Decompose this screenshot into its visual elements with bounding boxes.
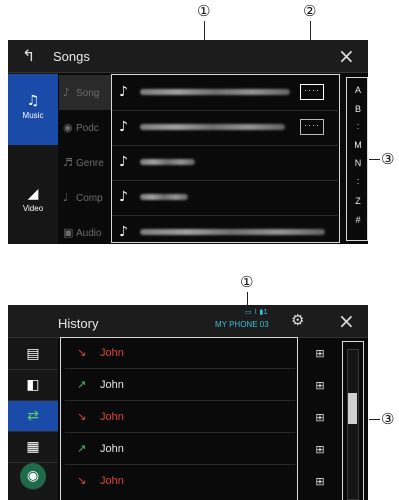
- music-icon: ♫: [26, 93, 40, 109]
- history-row[interactable]: ↘ John: [65, 468, 295, 496]
- history-row[interactable]: ↘ John: [65, 404, 295, 433]
- missed-call-icon: ↘: [77, 346, 87, 359]
- contact-name: John: [100, 475, 124, 487]
- history-row[interactable]: ↗ John: [65, 372, 295, 401]
- callout-2: ②: [303, 2, 317, 20]
- alpha-m[interactable]: M: [350, 140, 366, 150]
- category-audiobook-label: Audio: [76, 228, 102, 239]
- song-more-button[interactable]: ····: [300, 119, 324, 135]
- outgoing-call-icon: ↗: [77, 378, 87, 391]
- genre-icon: ♬: [63, 156, 73, 169]
- category-podcast-label: Podc: [76, 123, 99, 134]
- add-contact-icon[interactable]: ⊞: [310, 443, 330, 456]
- song-category-icon: ♪: [63, 86, 71, 99]
- keypad-icon[interactable]: ▦: [8, 432, 58, 463]
- song-title-blurred: [140, 89, 290, 95]
- voice-recognition-icon[interactable]: ◉: [20, 463, 46, 490]
- phone-name: MY PHONE 03: [215, 320, 269, 329]
- alpha-b[interactable]: B: [350, 104, 366, 114]
- song-row[interactable]: ♪ ····: [112, 75, 338, 111]
- composer-icon: ♩: [63, 191, 69, 204]
- scrollbar-track: [347, 349, 359, 500]
- alpha-n[interactable]: N: [350, 158, 366, 168]
- add-contact-icon[interactable]: ⊞: [310, 379, 330, 392]
- song-more-button[interactable]: ····: [300, 84, 324, 100]
- contact-name: John: [100, 411, 124, 423]
- leader-line-3-bottom: [369, 419, 380, 420]
- song-row[interactable]: ♪: [112, 215, 338, 244]
- source-video-label: Video: [22, 204, 44, 213]
- category-song-label: Song: [76, 88, 100, 99]
- source-music-button[interactable]: ♫ Music: [8, 74, 58, 145]
- add-contact-icon[interactable]: ⊞: [310, 347, 330, 360]
- song-row[interactable]: ♪ ····: [112, 110, 338, 146]
- contact-name: John: [100, 443, 124, 455]
- source-video-button[interactable]: ◢ Video: [8, 173, 58, 223]
- alpha-sep: :: [356, 121, 360, 131]
- callout-3-bottom: ③: [381, 410, 395, 428]
- alpha-a[interactable]: A: [350, 85, 366, 95]
- missed-call-icon: ↘: [77, 410, 87, 423]
- note-icon: ♪: [119, 224, 128, 240]
- note-icon: ♪: [119, 189, 128, 205]
- history-row[interactable]: ↘ John: [65, 340, 295, 369]
- category-song[interactable]: ♪ Song: [63, 86, 110, 121]
- category-composer-label: Comp: [76, 193, 103, 204]
- podcast-icon: ◉: [63, 121, 73, 134]
- song-row[interactable]: ♪: [112, 145, 338, 181]
- add-contact-icon[interactable]: ⊞: [310, 411, 330, 424]
- song-title-blurred: [140, 159, 195, 165]
- back-icon[interactable]: ↰: [22, 46, 35, 65]
- category-audiobook[interactable]: ▣ Audio: [63, 226, 110, 244]
- page-title: Songs: [53, 49, 90, 64]
- category-genre-label: Genre: [76, 158, 104, 169]
- song-title-blurred: [140, 229, 325, 235]
- category-podcast[interactable]: ◉ Podc: [63, 121, 110, 156]
- phonebook-icon[interactable]: ▤: [8, 339, 58, 370]
- call-history-icon[interactable]: ⇄: [8, 401, 58, 432]
- note-icon: ♪: [119, 154, 128, 170]
- category-composer[interactable]: ♩ Comp: [63, 191, 110, 226]
- contact-name: John: [100, 379, 124, 391]
- source-music-label: Music: [22, 111, 44, 120]
- close-icon-history[interactable]: ×: [338, 311, 355, 331]
- callout-1-bottom: ①: [240, 273, 254, 291]
- song-title-blurred: [140, 124, 285, 130]
- note-icon: ♪: [119, 119, 128, 135]
- audiobook-icon: ▣: [63, 226, 74, 239]
- add-contact-icon[interactable]: ⊞: [310, 475, 330, 488]
- video-icon: ◢: [27, 186, 39, 202]
- alpha-sep: :: [356, 176, 360, 186]
- category-genre[interactable]: ♬ Genre: [63, 156, 110, 191]
- settings-icon[interactable]: ⚙: [291, 311, 304, 329]
- songs-screen: ↰ Songs × ♫ Music ◢ Video ♪ Song ◉ Podc ♬ G…: [8, 40, 368, 244]
- history-row[interactable]: ↗ John: [65, 436, 295, 465]
- contact-name: John: [100, 347, 124, 359]
- outgoing-call-icon: ↗: [77, 442, 87, 455]
- contacts-icon[interactable]: ◧: [8, 370, 58, 401]
- alpha-z[interactable]: Z: [350, 196, 366, 206]
- phone-status-icons: ▭ ⌇ ▮1: [245, 308, 268, 316]
- history-header: History ▭ ⌇ ▮1 MY PHONE 03 ⚙ ×: [8, 305, 368, 338]
- note-icon: ♪: [119, 84, 128, 100]
- page-title-history: History: [58, 316, 99, 331]
- history-screen: History ▭ ⌇ ▮1 MY PHONE 03 ⚙ × ▤ ◧ ⇄ ▦ ◉…: [8, 305, 368, 500]
- alpha-hash[interactable]: #: [350, 215, 366, 225]
- songs-header: ↰ Songs ×: [8, 40, 368, 73]
- song-title-blurred: [140, 194, 188, 200]
- callout-1: ①: [197, 2, 211, 20]
- leader-line-3: [369, 159, 380, 160]
- scrollbar-thumb[interactable]: [348, 393, 357, 424]
- song-row[interactable]: ♪: [112, 180, 338, 216]
- callout-3: ③: [381, 150, 395, 168]
- close-icon[interactable]: ×: [338, 46, 355, 66]
- missed-call-icon: ↘: [77, 474, 87, 487]
